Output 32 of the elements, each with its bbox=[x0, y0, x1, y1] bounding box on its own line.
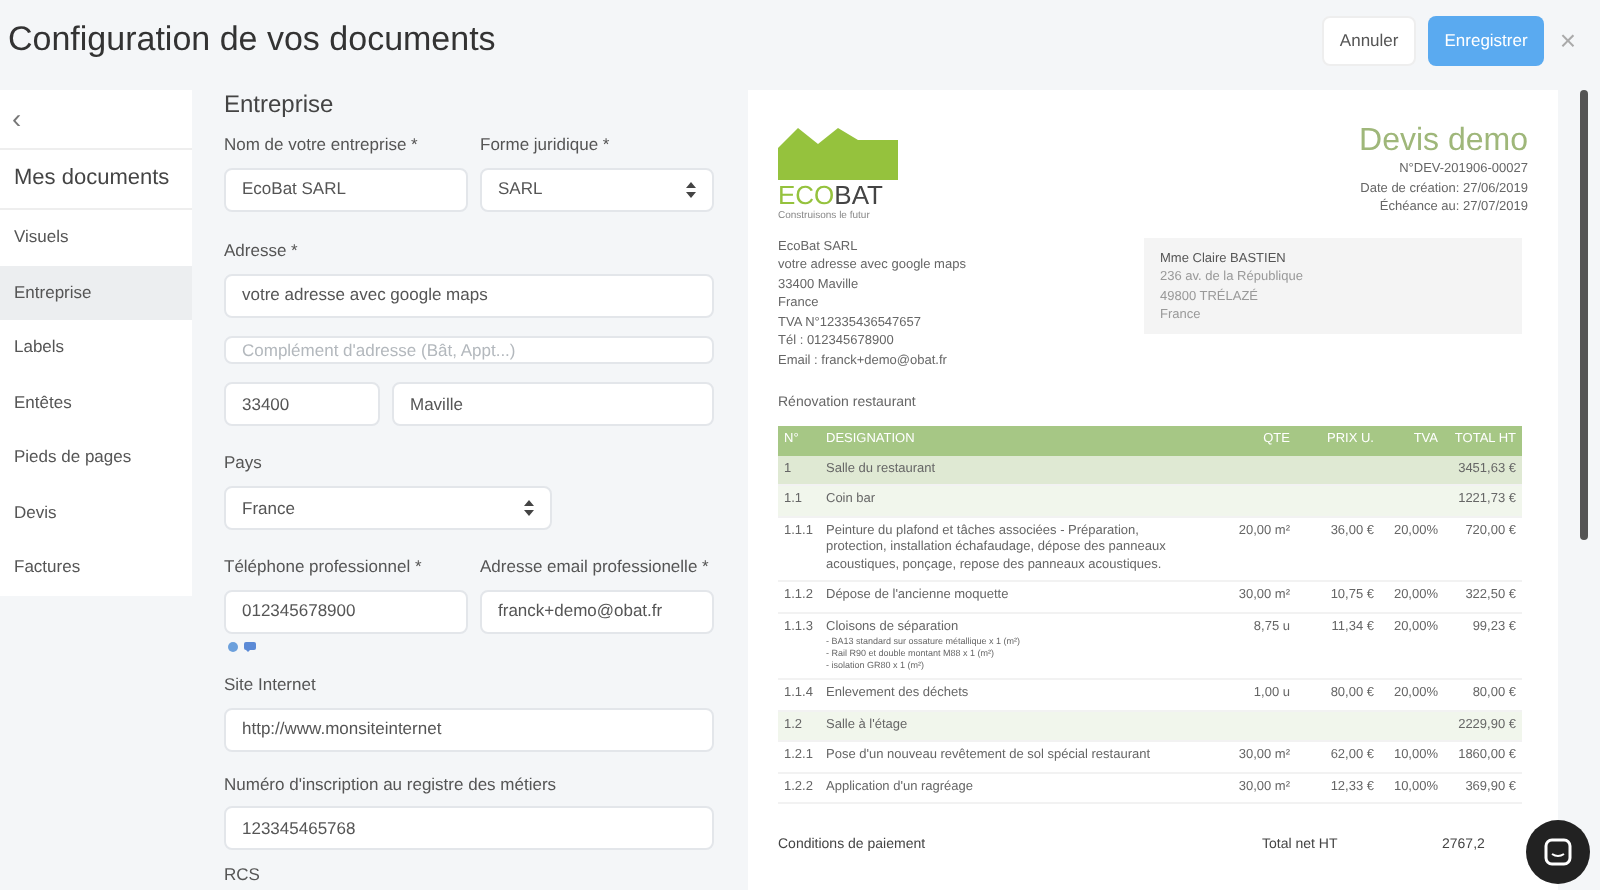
select-arrows-icon bbox=[686, 181, 696, 198]
chat-launcher-button[interactable] bbox=[1526, 820, 1590, 884]
phone-field[interactable]: 012345678900 bbox=[224, 589, 468, 634]
field-label: Adresse * bbox=[224, 237, 300, 263]
field-label: Site Internet bbox=[224, 671, 318, 697]
select-arrows-icon bbox=[524, 500, 534, 516]
field-label: Téléphone professionnel * bbox=[224, 554, 424, 580]
email-field[interactable]: franck+demo@obat.fr bbox=[480, 589, 714, 634]
logo-wordmark: ECOBAT bbox=[778, 182, 885, 210]
field-label: Pays bbox=[224, 450, 264, 476]
registry-field[interactable]: 123345465768 bbox=[224, 806, 714, 851]
field-label: Nom de votre entreprise * bbox=[224, 132, 420, 158]
address-field[interactable]: votre adresse avec google maps bbox=[224, 273, 714, 317]
cancel-button[interactable]: Annuler bbox=[1321, 15, 1417, 65]
country-select[interactable]: France bbox=[224, 486, 552, 530]
field-label: Forme juridique * bbox=[480, 132, 612, 158]
field-label: Numéro d'inscription au registre des métiers bbox=[224, 771, 559, 797]
back-button[interactable]: ‹ bbox=[12, 98, 22, 140]
company-name-field[interactable]: EcoBat SARL bbox=[224, 167, 468, 212]
city-field[interactable]: Maville bbox=[392, 382, 714, 427]
legal-form-select[interactable]: SARL bbox=[480, 167, 714, 212]
chat-icon[interactable] bbox=[244, 641, 256, 652]
field-label: Adresse email professionelle * bbox=[480, 554, 711, 580]
window-title: Configuration de vos documents bbox=[8, 18, 498, 63]
zip-field[interactable]: 33400 bbox=[224, 382, 380, 427]
chat-bubble-icon bbox=[1544, 838, 1572, 866]
sidebar-item[interactable]: Entreprise bbox=[0, 265, 192, 320]
section-title: Entreprise bbox=[224, 88, 336, 122]
scrollbar[interactable] bbox=[1580, 90, 1588, 540]
document-title: Devis demo bbox=[1359, 124, 1528, 160]
website-field[interactable]: http://www.monsiteinternet bbox=[224, 707, 714, 751]
field-label: RCS bbox=[224, 862, 262, 888]
